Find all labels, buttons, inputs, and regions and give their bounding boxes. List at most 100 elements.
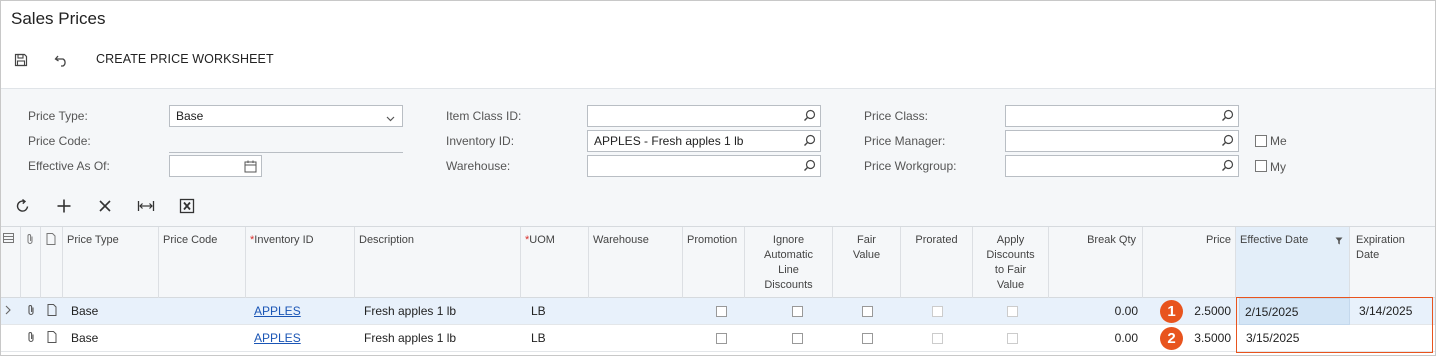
- price-workgroup-label: Price Workgroup:: [864, 159, 957, 173]
- fit-columns-icon[interactable]: [137, 198, 155, 217]
- item-class-id-input[interactable]: [587, 105, 821, 127]
- cell-price-type[interactable]: Base: [66, 298, 159, 325]
- add-icon[interactable]: [56, 198, 72, 217]
- col-description[interactable]: Description: [355, 227, 521, 299]
- col-prorated[interactable]: Prorated: [901, 227, 973, 299]
- highlight-box: [1236, 297, 1433, 353]
- cell-description[interactable]: Fresh apples 1 lb: [359, 298, 521, 325]
- col-ignore-automatic-line-discounts[interactable]: Ignore Automatic Line Discounts: [745, 227, 833, 299]
- search-icon[interactable]: [1221, 109, 1234, 125]
- price-code-field[interactable]: [169, 152, 403, 153]
- price-code-label: Price Code:: [28, 134, 91, 148]
- table-row[interactable]: Base APPLES Fresh apples 1 lb LB 0.00 2 …: [1, 325, 1435, 352]
- price-type-select[interactable]: Base: [169, 105, 403, 127]
- note-icon: [46, 233, 56, 245]
- me-checkbox[interactable]: [1255, 135, 1267, 147]
- my-checkbox[interactable]: [1255, 160, 1267, 172]
- my-label: My: [1270, 160, 1286, 174]
- cell-break-qty[interactable]: 0.00: [1049, 325, 1143, 352]
- cell-price-code[interactable]: [159, 298, 246, 325]
- search-icon[interactable]: [1221, 159, 1234, 175]
- cell-break-qty[interactable]: 0.00: [1049, 298, 1143, 325]
- chevron-down-icon: [386, 111, 395, 125]
- col-uom-label: UOM: [529, 234, 555, 246]
- note-icon[interactable]: [45, 298, 63, 325]
- cell-uom[interactable]: LB: [526, 325, 589, 352]
- warehouse-input[interactable]: [587, 155, 821, 177]
- grid-toolbar: [1, 186, 1435, 226]
- search-icon[interactable]: [803, 134, 816, 150]
- note-icon[interactable]: [45, 325, 63, 352]
- item-class-id-label: Item Class ID:: [446, 109, 522, 123]
- callout-badge: 1: [1160, 300, 1183, 323]
- price-workgroup-input[interactable]: [1005, 155, 1239, 177]
- inventory-id-input[interactable]: APPLES - Fresh apples 1 lb: [587, 130, 821, 152]
- cell-warehouse[interactable]: [589, 298, 683, 325]
- save-icon[interactable]: [13, 52, 29, 68]
- price-class-input[interactable]: [1005, 105, 1239, 127]
- effective-as-of-label: Effective As Of:: [28, 159, 110, 173]
- price-class-label: Price Class:: [864, 109, 929, 123]
- cell-price-code[interactable]: [159, 325, 246, 352]
- paperclip-icon[interactable]: [23, 325, 41, 352]
- cell-inventory-id[interactable]: APPLES: [249, 298, 355, 325]
- cell-price[interactable]: 3.5000: [1183, 325, 1236, 352]
- col-effective-date[interactable]: Effective Date: [1236, 227, 1350, 299]
- prorated-checkbox[interactable]: [932, 333, 943, 344]
- col-promotion[interactable]: Promotion: [683, 227, 745, 299]
- row-selector-header[interactable]: [1, 227, 21, 299]
- attachment-header: [21, 227, 41, 299]
- prorated-checkbox[interactable]: [932, 306, 943, 317]
- fair-value-checkbox[interactable]: [862, 306, 873, 317]
- promotion-checkbox[interactable]: [716, 333, 727, 344]
- col-effective-date-label: Effective Date: [1240, 234, 1309, 246]
- create-price-worksheet-button[interactable]: CREATE PRICE WORKSHEET: [96, 52, 274, 66]
- ignore-automatic-line-discounts-checkbox[interactable]: [792, 306, 803, 317]
- price-manager-input[interactable]: [1005, 130, 1239, 152]
- promotion-checkbox[interactable]: [716, 306, 727, 317]
- inventory-id-link[interactable]: APPLES: [254, 331, 301, 345]
- apply-discounts-to-fair-value-checkbox[interactable]: [1007, 333, 1018, 344]
- fair-value-checkbox[interactable]: [862, 333, 873, 344]
- search-icon[interactable]: [1221, 134, 1234, 150]
- cell-warehouse[interactable]: [589, 325, 683, 352]
- col-price-type[interactable]: Price Type: [63, 227, 159, 299]
- col-uom[interactable]: *UOM: [521, 227, 589, 299]
- row-indicator-icon: [3, 298, 19, 325]
- callout-badge: 2: [1160, 327, 1183, 350]
- col-apply-discounts-to-fair-value[interactable]: Apply Discounts to Fair Value: [973, 227, 1049, 299]
- apply-discounts-to-fair-value-checkbox[interactable]: [1007, 306, 1018, 317]
- price-type-value: Base: [176, 109, 204, 123]
- col-expiration-date[interactable]: Expiration Date: [1350, 227, 1435, 299]
- col-fair-value[interactable]: Fair Value: [833, 227, 901, 299]
- price-manager-label: Price Manager:: [864, 134, 946, 148]
- select-all-icon: [3, 233, 14, 243]
- col-price-code[interactable]: Price Code: [159, 227, 246, 299]
- col-break-qty[interactable]: Break Qty: [1049, 227, 1143, 299]
- search-icon[interactable]: [803, 109, 816, 125]
- table-row[interactable]: Base APPLES Fresh apples 1 lb LB 0.00 1 …: [1, 298, 1435, 325]
- page-title: Sales Prices: [11, 9, 106, 28]
- refresh-icon[interactable]: [15, 198, 31, 217]
- export-excel-icon[interactable]: [179, 198, 195, 217]
- inventory-id-link[interactable]: APPLES: [254, 304, 301, 318]
- delete-icon[interactable]: [97, 198, 113, 217]
- calendar-icon[interactable]: [244, 160, 257, 176]
- col-warehouse[interactable]: Warehouse: [589, 227, 683, 299]
- filter-icon[interactable]: [1335, 235, 1343, 250]
- cell-uom[interactable]: LB: [526, 298, 589, 325]
- col-inventory-id[interactable]: *Inventory ID: [246, 227, 355, 299]
- undo-icon[interactable]: [53, 52, 71, 68]
- search-icon[interactable]: [803, 159, 816, 175]
- cell-price-type[interactable]: Base: [66, 325, 159, 352]
- paperclip-icon[interactable]: [23, 298, 41, 325]
- ignore-automatic-line-discounts-checkbox[interactable]: [792, 333, 803, 344]
- effective-as-of-input[interactable]: [169, 155, 262, 177]
- paperclip-icon: [27, 234, 33, 244]
- me-label: Me: [1270, 134, 1287, 148]
- col-price[interactable]: Price: [1143, 227, 1236, 299]
- cell-description[interactable]: Fresh apples 1 lb: [359, 325, 521, 352]
- cell-inventory-id[interactable]: APPLES: [249, 325, 355, 352]
- warehouse-label: Warehouse:: [446, 159, 511, 173]
- cell-price[interactable]: 2.5000: [1183, 298, 1236, 325]
